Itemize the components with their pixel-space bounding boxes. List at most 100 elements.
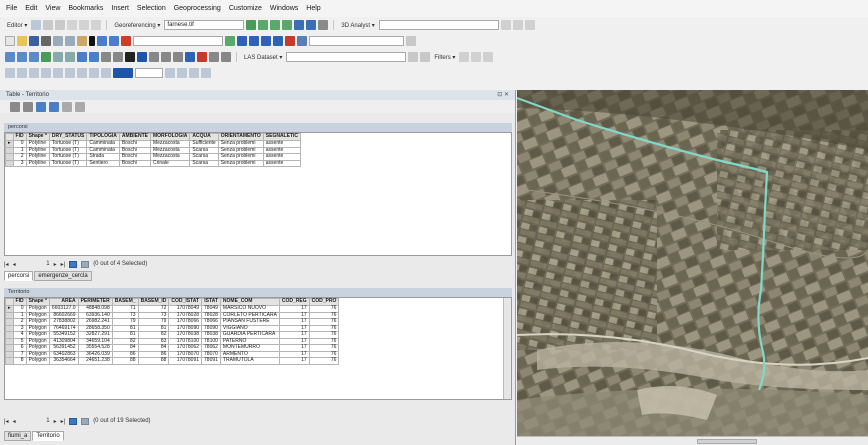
draw-tool-icon[interactable] bbox=[189, 68, 199, 78]
table-cell[interactable]: Tortuose (T) bbox=[48, 159, 88, 167]
table-cell[interactable]: 24651.238 bbox=[77, 357, 113, 365]
record-number-field[interactable]: 1 bbox=[20, 418, 49, 424]
table-cell[interactable]: Crinale bbox=[149, 159, 191, 167]
row-selector[interactable] bbox=[5, 357, 14, 365]
zoom-out-icon[interactable] bbox=[17, 52, 27, 62]
select-features-icon[interactable] bbox=[101, 52, 111, 62]
draw-tool-icon[interactable] bbox=[101, 68, 111, 78]
table-cell[interactable]: 3 bbox=[12, 159, 27, 167]
rotate-tool-icon[interactable] bbox=[67, 20, 78, 30]
column-header[interactable]: FID bbox=[12, 133, 27, 141]
table-row[interactable]: 3 Polyline Tortuose (T) Sentiero Boschi Crina… bbox=[5, 159, 302, 167]
vertical-scrollbar[interactable] bbox=[503, 298, 511, 399]
menu-customize[interactable]: Customize bbox=[229, 5, 262, 12]
table-cell[interactable]: 8 bbox=[12, 357, 27, 365]
show-all-records-icon[interactable] bbox=[69, 417, 78, 425]
tab-percorsi[interactable]: percorsi bbox=[4, 271, 34, 281]
georef-rotate-icon[interactable] bbox=[282, 20, 293, 30]
find-route-icon[interactable] bbox=[197, 52, 207, 62]
table-cell[interactable]: Sentiero bbox=[86, 159, 120, 167]
undo-icon[interactable] bbox=[97, 36, 107, 46]
tab-territorio[interactable]: Territorio bbox=[32, 431, 64, 441]
add-control-points-icon[interactable] bbox=[246, 20, 257, 30]
first-record-button[interactable]: |◂ bbox=[4, 418, 9, 425]
edit-tool-icon[interactable] bbox=[31, 20, 42, 30]
attributes-icon[interactable] bbox=[79, 20, 90, 30]
show-selected-records-icon[interactable] bbox=[81, 260, 90, 268]
georef-link-icon[interactable] bbox=[270, 20, 281, 30]
arctoolbox-icon[interactable] bbox=[273, 36, 283, 46]
draw-tool-icon[interactable] bbox=[65, 68, 75, 78]
draw-tool-icon[interactable] bbox=[177, 68, 187, 78]
clear-selection-icon[interactable] bbox=[113, 52, 123, 62]
menu-view[interactable]: View bbox=[45, 5, 60, 12]
table-cell[interactable]: assente bbox=[262, 159, 302, 167]
first-record-button[interactable]: |◂ bbox=[4, 261, 9, 268]
catalog-icon[interactable] bbox=[249, 36, 259, 46]
table-cell[interactable]: Scarsa bbox=[189, 159, 219, 167]
split-tool-icon[interactable] bbox=[55, 20, 66, 30]
record-number-field[interactable]: 1 bbox=[20, 261, 49, 267]
table-cell[interactable]: 36354664 bbox=[48, 357, 79, 365]
draw-tool-icon[interactable] bbox=[29, 68, 39, 78]
fixed-zoom-out-icon[interactable] bbox=[65, 52, 75, 62]
clear-selection-icon[interactable] bbox=[62, 101, 72, 112]
tab-fiumi-a[interactable]: fiumi_a bbox=[4, 431, 32, 441]
las-profile-icon[interactable] bbox=[459, 52, 470, 62]
last-record-button[interactable]: ▸| bbox=[61, 261, 66, 268]
font-size-dropdown[interactable] bbox=[135, 68, 163, 78]
georeferencing-menu[interactable]: Georeferencing ▾ bbox=[114, 22, 160, 29]
previous-record-button[interactable]: ◂ bbox=[13, 418, 16, 425]
las-dataset-dropdown[interactable] bbox=[286, 52, 407, 62]
fixed-zoom-in-icon[interactable] bbox=[53, 52, 63, 62]
paste-icon[interactable] bbox=[77, 36, 87, 46]
delete-icon[interactable] bbox=[89, 36, 95, 46]
table-cell[interactable]: Senza problemi bbox=[217, 159, 264, 167]
table-cell[interactable]: Polyline bbox=[25, 159, 50, 167]
copy-icon[interactable] bbox=[65, 36, 75, 46]
draw-tool-icon[interactable] bbox=[53, 68, 63, 78]
next-record-button[interactable]: ▸ bbox=[54, 418, 57, 425]
html-popup-icon[interactable] bbox=[161, 52, 171, 62]
table-cell[interactable]: TRAMUTOLA bbox=[219, 357, 280, 365]
show-all-records-icon[interactable] bbox=[69, 260, 78, 268]
snapping-icon[interactable] bbox=[406, 36, 416, 46]
row-selector[interactable] bbox=[5, 159, 14, 167]
select-by-attributes-icon[interactable] bbox=[36, 101, 46, 112]
select-elements-icon[interactable] bbox=[125, 52, 135, 62]
new-document-icon[interactable] bbox=[5, 36, 15, 46]
table-cell[interactable]: 78091 bbox=[201, 357, 221, 365]
menu-bookmarks[interactable]: Bookmarks bbox=[68, 5, 103, 12]
full-extent-icon[interactable] bbox=[41, 52, 51, 62]
add-data-icon[interactable] bbox=[121, 36, 131, 46]
editor-toolbar-icon[interactable] bbox=[225, 36, 235, 46]
snapping-dropdown[interactable] bbox=[309, 36, 404, 46]
draw-tool-icon[interactable] bbox=[17, 68, 27, 78]
zoom-in-icon[interactable] bbox=[5, 52, 15, 62]
close-icon[interactable]: ⊡ ✕ bbox=[497, 90, 509, 100]
editor-menu[interactable]: Editor ▾ bbox=[7, 22, 27, 29]
table-cell[interactable]: 88 bbox=[137, 357, 170, 365]
back-extent-icon[interactable] bbox=[77, 52, 87, 62]
go-to-xy-icon[interactable] bbox=[209, 52, 219, 62]
tab-emergenze-cercla[interactable]: emergenze_cercla bbox=[34, 271, 92, 281]
previous-record-button[interactable]: ◂ bbox=[13, 261, 16, 268]
menu-insert[interactable]: Insert bbox=[111, 5, 129, 12]
draw-tool-icon[interactable] bbox=[89, 68, 99, 78]
draw-tool-icon[interactable] bbox=[5, 68, 15, 78]
las-tool-icon[interactable] bbox=[408, 52, 419, 62]
table-of-contents-icon[interactable] bbox=[237, 36, 247, 46]
draw-tool-icon[interactable] bbox=[201, 68, 211, 78]
open-folder-icon[interactable] bbox=[17, 36, 27, 46]
menu-help[interactable]: Help bbox=[306, 5, 320, 12]
georef-auto-icon[interactable] bbox=[258, 20, 269, 30]
draw-tool-icon[interactable] bbox=[77, 68, 87, 78]
georef-options-icon[interactable] bbox=[318, 20, 329, 30]
pan-icon[interactable] bbox=[29, 52, 39, 62]
map-scale-dropdown[interactable] bbox=[133, 36, 223, 46]
time-slider-icon[interactable] bbox=[221, 52, 231, 62]
las-profile-icon[interactable] bbox=[483, 52, 494, 62]
cut-icon[interactable] bbox=[53, 36, 63, 46]
analyst-tool-icon[interactable] bbox=[524, 20, 535, 30]
table-cell[interactable]: 17078091 bbox=[168, 357, 203, 365]
